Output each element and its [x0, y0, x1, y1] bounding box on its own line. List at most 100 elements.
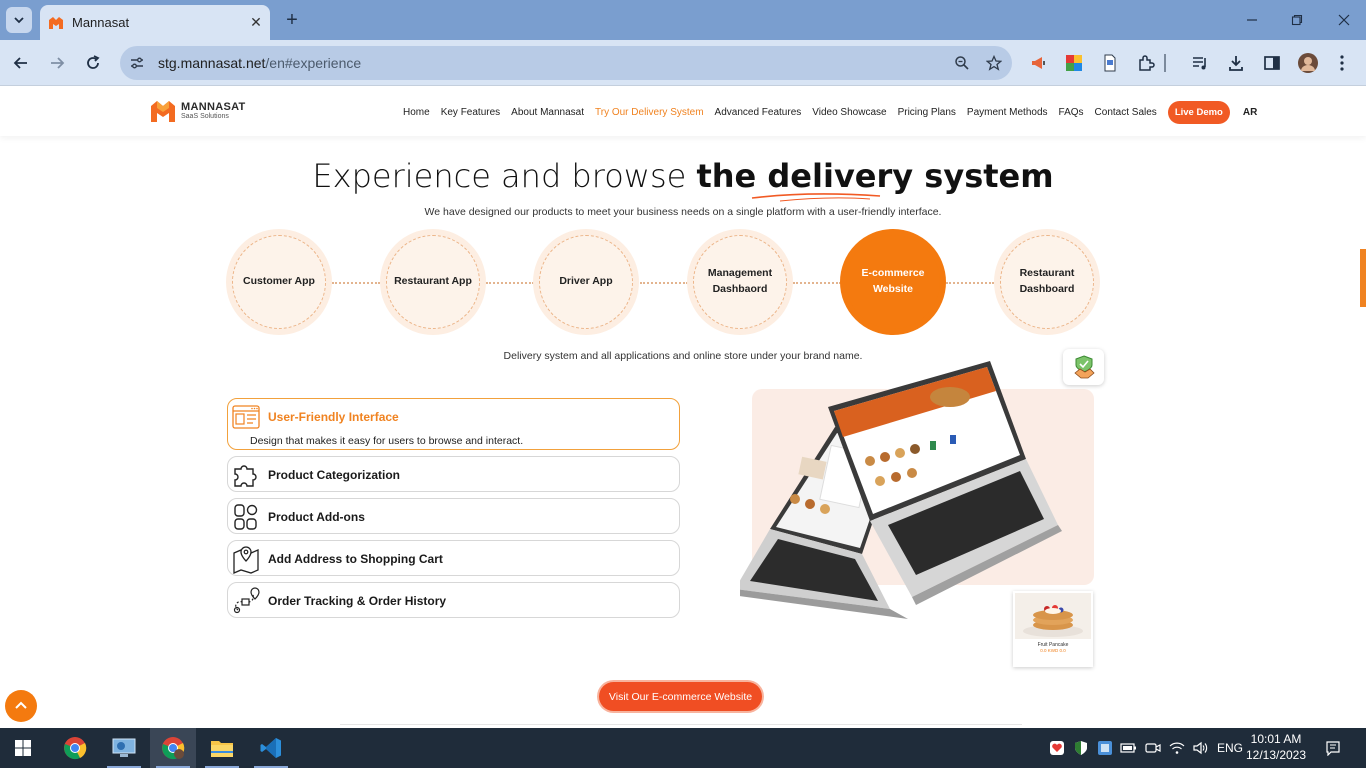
taskbar-chrome-active[interactable]	[150, 728, 196, 768]
system-clock[interactable]: 10:01 AM 12/13/2023	[1240, 731, 1312, 763]
product-card: Fruit Pancake 0.0 KWD 0.0	[1013, 591, 1093, 667]
volume-icon[interactable]	[1192, 728, 1210, 768]
app-tray-icon[interactable]	[1096, 728, 1114, 768]
puzzle-icon	[234, 465, 257, 487]
profile-avatar[interactable]	[1296, 51, 1320, 75]
ecommerce-preview: Fruit Pancake 0.0 KWD 0.0	[740, 349, 1110, 669]
feature-title: Product Add-ons	[268, 510, 365, 524]
route-icon	[233, 587, 260, 614]
address-bar[interactable]: stg.mannasat.net/en#experience	[120, 46, 1012, 80]
step-connector	[793, 282, 841, 284]
product-steps: Customer App Restaurant App Driver App M…	[0, 87, 1366, 347]
feature-item[interactable]: Add Address to Shopping Cart	[227, 540, 680, 576]
pancake-image	[1015, 593, 1091, 639]
clock-date: 12/13/2023	[1245, 748, 1307, 762]
download-icon[interactable]	[1224, 51, 1248, 75]
tab-title: Mannasat	[72, 15, 130, 30]
forward-button[interactable]	[44, 50, 70, 76]
arrow-left-icon	[13, 57, 27, 69]
extensions-puzzle-icon[interactable]	[1134, 51, 1158, 75]
color-extension-icon[interactable]	[1062, 51, 1086, 75]
feature-item[interactable]: Product Categorization	[227, 456, 680, 492]
wifi-icon[interactable]	[1168, 728, 1186, 768]
bookmark-star-icon[interactable]	[980, 49, 1008, 77]
site-info-icon[interactable]	[124, 50, 150, 76]
scroll-to-top-button[interactable]	[5, 690, 37, 722]
notifications-icon[interactable]	[1322, 728, 1344, 768]
step-customer-app[interactable]: Customer App	[226, 229, 332, 335]
media-queue-icon[interactable]	[1188, 51, 1212, 75]
step-connector	[486, 282, 534, 284]
web-page: MANNASAT SaaS Solutions Home Key Feature…	[0, 87, 1366, 728]
addons-icon	[234, 504, 258, 530]
feature-title: Product Categorization	[268, 468, 401, 482]
browser-toolbar: stg.mannasat.net/en#experience	[0, 40, 1366, 86]
window-icon	[232, 405, 260, 429]
defender-shield-icon[interactable]	[1072, 728, 1090, 768]
battery-icon[interactable]	[1120, 728, 1138, 768]
feature-title: Order Tracking & Order History	[268, 594, 447, 608]
step-restaurant-app[interactable]: Restaurant App	[380, 229, 486, 335]
remote-desktop-icon	[112, 738, 136, 757]
step-label: E-commerce Website	[846, 235, 940, 329]
start-button[interactable]	[0, 728, 46, 768]
close-tab-icon[interactable]: ✕	[246, 13, 266, 33]
close-window-icon[interactable]	[1332, 8, 1356, 32]
toolbar-divider	[1160, 51, 1170, 75]
step-label: Restaurant Dashboard	[1000, 235, 1094, 329]
chevron-down-icon	[14, 17, 24, 24]
minimize-icon[interactable]	[1240, 8, 1264, 32]
steps-caption: Delivery system and all applications and…	[503, 350, 863, 362]
windows-taskbar: ENG 10:01 AM 12/13/2023	[0, 728, 1366, 768]
section-divider	[340, 724, 1022, 725]
step-connector	[640, 282, 688, 284]
step-label: Driver App	[539, 235, 633, 329]
feature-item[interactable]: Product Add-ons	[227, 498, 680, 534]
taskbar-chrome[interactable]	[52, 728, 98, 768]
tab-search-button[interactable]	[6, 7, 32, 33]
windows-logo-icon	[15, 740, 31, 756]
heart-tray-icon[interactable]	[1048, 728, 1066, 768]
feature-title: Add Address to Shopping Cart	[268, 552, 443, 566]
step-management-dashboard[interactable]: Management Dashbaord	[687, 229, 793, 335]
side-panel-icon[interactable]	[1260, 51, 1284, 75]
clock-time: 10:01 AM	[1250, 732, 1302, 746]
step-label: Management Dashbaord	[693, 235, 787, 329]
new-tab-button[interactable]: +	[280, 8, 304, 32]
reload-button[interactable]	[80, 50, 106, 76]
browser-tab[interactable]: Mannasat ✕	[40, 5, 270, 40]
step-driver-app[interactable]: Driver App	[533, 229, 639, 335]
scrollbar-thumb[interactable]	[1360, 249, 1366, 307]
restore-icon[interactable]	[1285, 8, 1309, 32]
arrow-right-icon	[51, 57, 65, 69]
step-restaurant-dashboard[interactable]: Restaurant Dashboard	[994, 229, 1100, 335]
feature-description: Design that makes it easy for users to b…	[250, 435, 524, 447]
feature-title: User-Friendly Interface	[268, 410, 399, 424]
url-text: stg.mannasat.net/en#experience	[158, 55, 948, 71]
reload-icon	[87, 55, 100, 69]
url-path: /en#experience	[265, 55, 362, 71]
back-button[interactable]	[8, 50, 34, 76]
megaphone-extension-icon[interactable]	[1026, 51, 1050, 75]
taskbar-file-explorer[interactable]	[199, 728, 245, 768]
chevron-up-icon	[15, 701, 27, 709]
feature-item[interactable]: User-Friendly Interface Design that make…	[227, 398, 680, 450]
meet-now-icon[interactable]	[1144, 728, 1162, 768]
menu-kebab-icon[interactable]	[1330, 51, 1354, 75]
visit-ecommerce-button[interactable]: Visit Our E-commerce Website	[599, 682, 762, 711]
feature-item[interactable]: Order Tracking & Order History	[227, 582, 680, 618]
step-ecommerce-website[interactable]: E-commerce Website	[840, 229, 946, 335]
vscode-icon	[260, 738, 281, 758]
taskbar-vscode[interactable]	[248, 728, 294, 768]
step-connector	[332, 282, 380, 284]
chrome-icon	[64, 737, 87, 760]
step-label: Restaurant App	[386, 235, 480, 329]
feature-list: User-Friendly Interface Design that make…	[227, 398, 680, 624]
step-label: Customer App	[232, 235, 326, 329]
folder-icon	[211, 741, 233, 757]
mannasat-favicon-icon	[49, 16, 63, 29]
jpg-extension-icon[interactable]	[1098, 51, 1122, 75]
taskbar-remote-desktop[interactable]	[101, 728, 147, 768]
url-host: stg.mannasat.net	[158, 55, 266, 71]
zoom-icon[interactable]	[948, 49, 976, 77]
